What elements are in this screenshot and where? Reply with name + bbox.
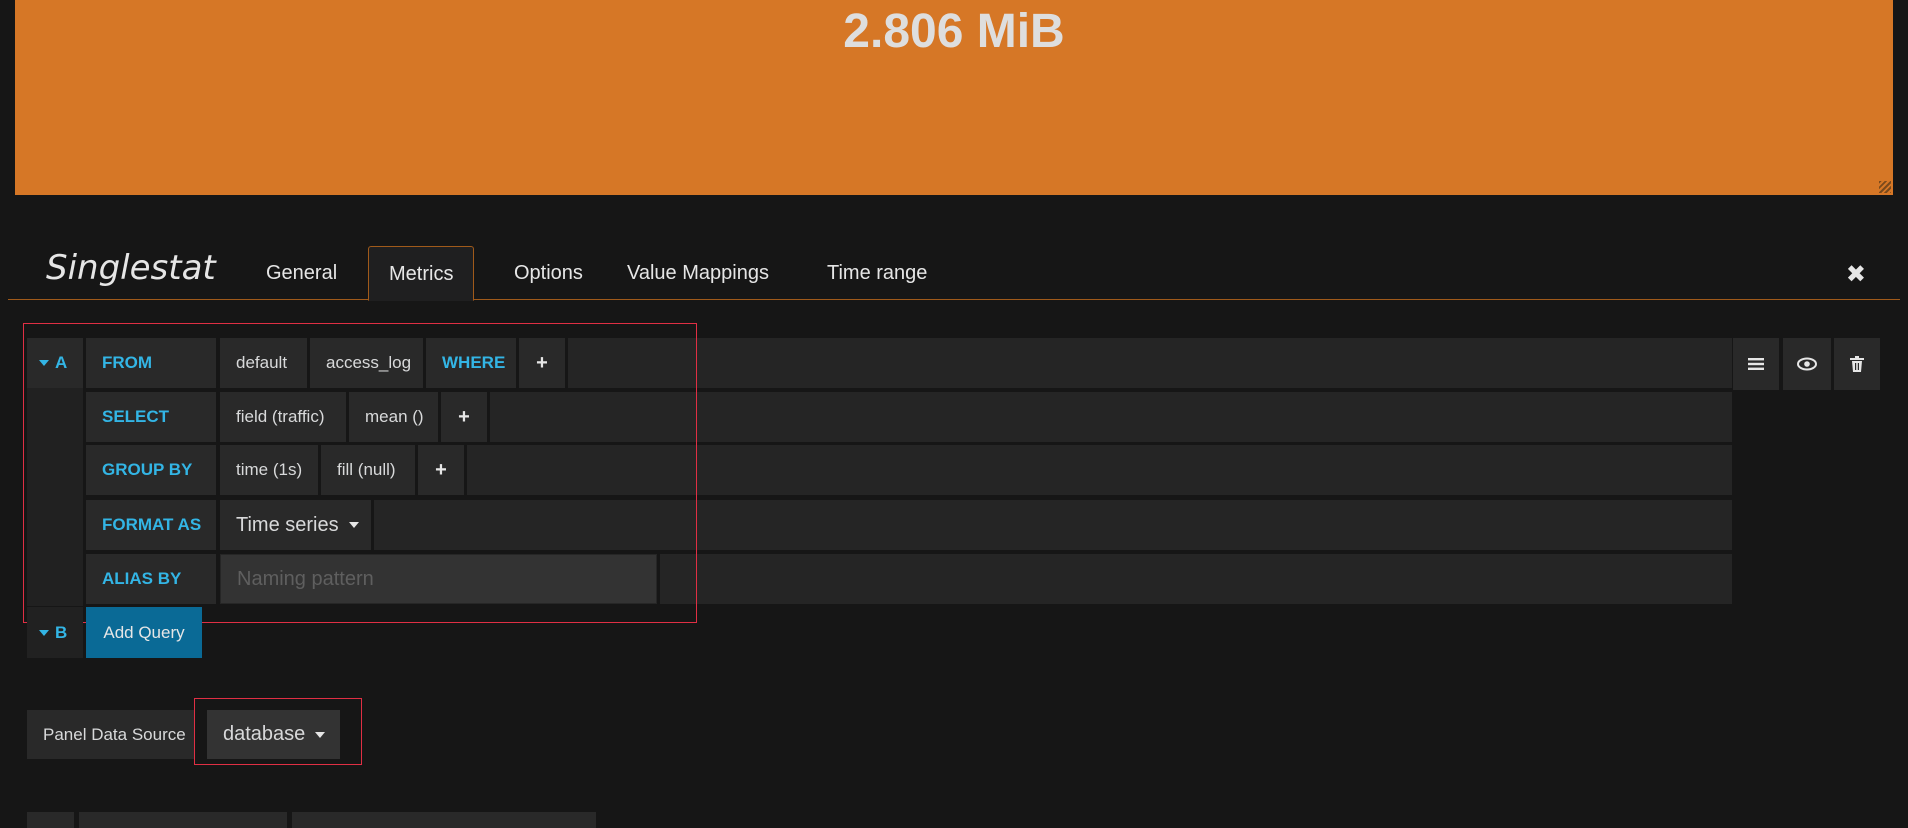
from-label: FROM bbox=[86, 338, 216, 388]
chevron-down-icon bbox=[315, 731, 326, 738]
query-a-ref: A bbox=[55, 353, 68, 372]
from-measurement[interactable]: access_log bbox=[310, 338, 423, 388]
editor-title: Singlestat bbox=[46, 248, 216, 288]
tab-metrics[interactable]: Metrics bbox=[368, 246, 475, 301]
singlestat-preview: 2.806 MiB bbox=[15, 0, 1893, 195]
chevron-down-icon bbox=[348, 522, 359, 528]
format-as-label: FORMAT AS bbox=[86, 500, 216, 550]
bottom-row-cell-2 bbox=[79, 812, 287, 828]
where-label[interactable]: WHERE bbox=[426, 338, 516, 388]
select-function[interactable]: mean () bbox=[349, 392, 438, 442]
datasource-select[interactable]: database bbox=[207, 710, 340, 759]
tab-value-mappings[interactable]: Value Mappings bbox=[607, 246, 789, 300]
select-label: SELECT bbox=[86, 392, 216, 442]
alias-row-fill bbox=[660, 554, 1732, 604]
tab-options[interactable]: Options bbox=[494, 246, 603, 300]
alias-by-label: ALIAS BY bbox=[86, 554, 216, 604]
group-by-label: GROUP BY bbox=[86, 445, 216, 495]
add-group-by-button[interactable]: + bbox=[418, 445, 464, 495]
bottom-row-cell-3 bbox=[292, 812, 596, 828]
eye-icon[interactable] bbox=[1783, 338, 1831, 390]
caret-down-icon bbox=[39, 629, 49, 636]
select-row-fill bbox=[490, 392, 1732, 442]
add-where-button[interactable]: + bbox=[519, 338, 565, 388]
query-b-ref: B bbox=[55, 622, 68, 642]
group-by-fill[interactable]: fill (null) bbox=[321, 445, 415, 495]
trash-icon[interactable] bbox=[1834, 338, 1880, 390]
caret-down-icon bbox=[39, 360, 49, 366]
panel-data-source-label: Panel Data Source bbox=[27, 710, 194, 759]
resize-handle-icon[interactable] bbox=[1879, 181, 1891, 193]
close-icon[interactable]: ✖ bbox=[1846, 260, 1866, 289]
panel-editor-header: Singlestat General Metrics Options Value… bbox=[8, 246, 1900, 301]
query-a-toggle[interactable]: A bbox=[27, 338, 83, 388]
from-row-fill bbox=[568, 338, 1732, 388]
add-select-button[interactable]: + bbox=[441, 392, 487, 442]
tab-time-range[interactable]: Time range bbox=[807, 246, 947, 300]
group-by-row-fill bbox=[467, 445, 1732, 495]
bottom-row-cell-1 bbox=[27, 812, 74, 828]
group-by-time[interactable]: time (1s) bbox=[220, 445, 318, 495]
datasource-value: database bbox=[223, 723, 306, 745]
tab-general[interactable]: General bbox=[246, 246, 357, 300]
query-b-toggle[interactable]: B bbox=[27, 607, 83, 658]
format-as-value: Time series bbox=[236, 513, 339, 536]
add-query-button[interactable]: Add Query bbox=[86, 607, 202, 658]
select-field[interactable]: field (traffic) bbox=[220, 392, 346, 442]
alias-by-input[interactable]: Naming pattern bbox=[220, 554, 657, 604]
format-row-fill bbox=[374, 500, 1732, 550]
format-as-select[interactable]: Time series bbox=[220, 500, 371, 550]
query-menu-icon[interactable] bbox=[1733, 338, 1779, 390]
from-policy[interactable]: default bbox=[220, 338, 307, 388]
stat-value: 2.806 MiB bbox=[843, 5, 1065, 58]
